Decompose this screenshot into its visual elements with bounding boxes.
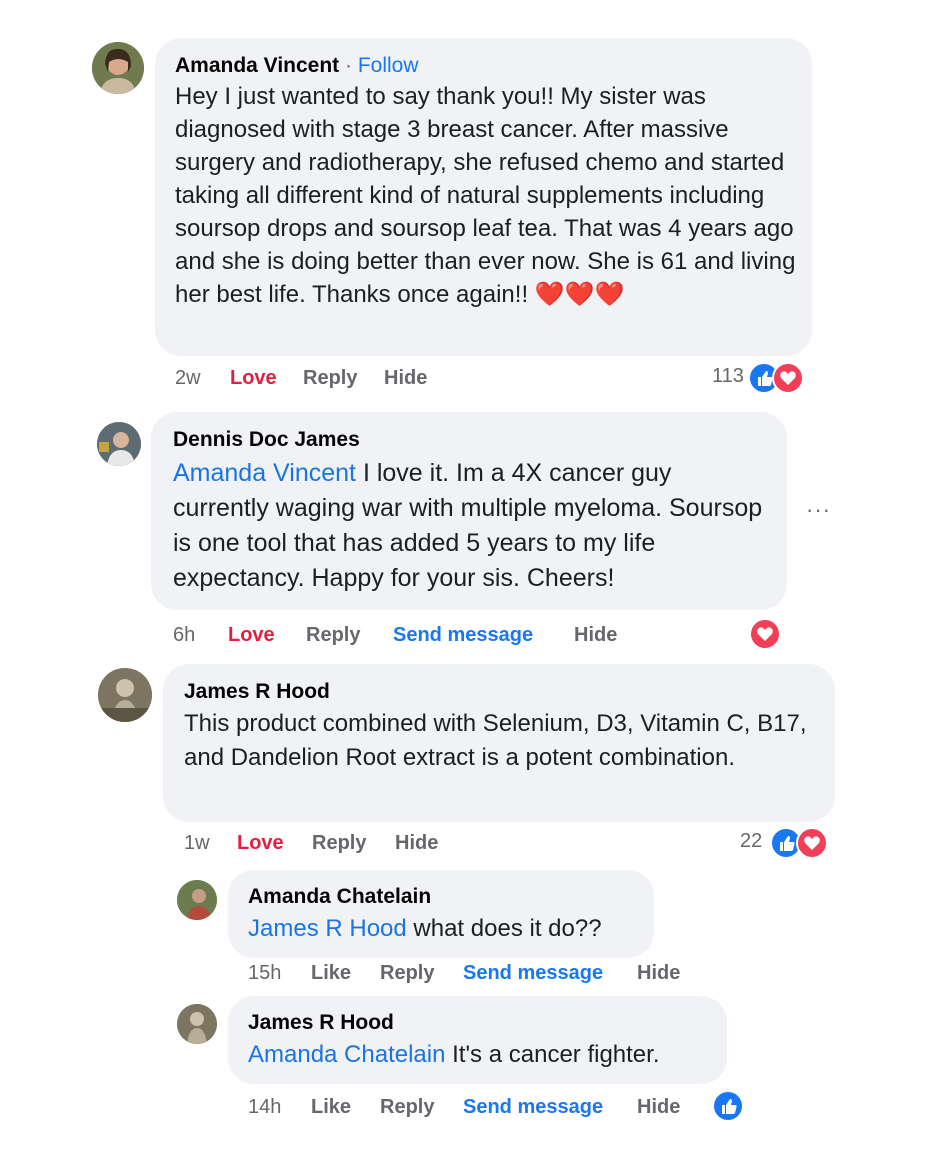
more-options-icon[interactable]: ··· (806, 497, 831, 523)
heart-emojis: ❤️❤️❤️ (534, 281, 625, 308)
avatar-photo (177, 1004, 217, 1044)
author-name[interactable]: Dennis Doc James (173, 427, 765, 453)
reply-button[interactable]: Reply (306, 624, 360, 647)
send-message-button[interactable]: Send message (463, 1096, 603, 1119)
avatar[interactable] (98, 668, 152, 722)
love-button[interactable]: Love (230, 367, 277, 390)
comment-text: Hey I just wanted to say thank you!! My … (175, 83, 796, 308)
reaction-count: 22 (740, 830, 763, 852)
comment-bubble: James R Hood This product combined with … (163, 664, 835, 822)
reply-button[interactable]: Reply (303, 367, 357, 390)
avatar[interactable] (177, 1004, 217, 1044)
reaction-summary[interactable] (712, 1090, 748, 1122)
hide-button[interactable]: Hide (395, 832, 438, 855)
like-button[interactable]: Like (311, 1096, 351, 1119)
avatar-photo (97, 422, 141, 466)
send-message-button[interactable]: Send message (393, 624, 533, 647)
reply-button[interactable]: Reply (380, 962, 434, 985)
comment-bubble: James R Hood Amanda Chatelain It's a can… (228, 996, 727, 1084)
comment-bubble: Dennis Doc James Amanda Vincent I love i… (151, 412, 787, 610)
mention-link[interactable]: James R Hood (248, 915, 407, 942)
comment-text-container: Amanda Vincent I love it. Im a 4X cancer… (173, 456, 773, 596)
comment-text: This product combined with Selenium, D3,… (184, 710, 807, 771)
reaction-count: 113 (712, 365, 744, 387)
avatar[interactable] (92, 42, 144, 94)
hide-button[interactable]: Hide (574, 624, 617, 647)
hide-button[interactable]: Hide (637, 962, 680, 985)
timestamp[interactable]: 14h (248, 1096, 281, 1119)
comment-bubble: Amanda Vincent · Follow Hey I just wante… (155, 38, 812, 356)
like-button[interactable]: Like (311, 962, 351, 985)
comment-text: It's a cancer fighter. (452, 1041, 660, 1068)
reply-button[interactable]: Reply (380, 1096, 434, 1119)
mention-link[interactable]: Amanda Vincent (173, 459, 356, 487)
comment-text-container: James R Hood what does it do?? (248, 912, 634, 945)
avatar-photo (92, 42, 144, 94)
reply-button[interactable]: Reply (312, 832, 366, 855)
avatar-photo (177, 880, 217, 920)
timestamp[interactable]: 15h (248, 962, 281, 985)
avatar[interactable] (97, 422, 141, 466)
heart-icon (749, 618, 781, 650)
timestamp[interactable]: 2w (175, 367, 201, 390)
comment-text-container: This product combined with Selenium, D3,… (184, 707, 814, 775)
reaction-summary[interactable]: 22 (740, 827, 832, 859)
timestamp[interactable]: 6h (173, 624, 195, 647)
comment-text-container: Amanda Chatelain It's a cancer fighter. (248, 1038, 707, 1071)
comment-text: what does it do?? (413, 915, 602, 942)
love-button[interactable]: Love (228, 624, 275, 647)
author-name[interactable]: James R Hood (248, 1010, 707, 1036)
avatar[interactable] (177, 880, 217, 920)
reaction-summary[interactable]: 113 (708, 362, 808, 394)
mention-link[interactable]: Amanda Chatelain (248, 1041, 445, 1068)
author-name[interactable]: Amanda Vincent (175, 54, 339, 77)
hide-button[interactable]: Hide (384, 367, 427, 390)
reaction-summary[interactable] (749, 618, 785, 650)
author-name[interactable]: Amanda Chatelain (248, 884, 634, 910)
heart-icon (772, 362, 804, 394)
timestamp[interactable]: 1w (184, 832, 210, 855)
love-button[interactable]: Love (237, 832, 284, 855)
heart-icon (796, 827, 828, 859)
comment-bubble: Amanda Chatelain James R Hood what does … (228, 870, 654, 958)
comment-text-container: Hey I just wanted to say thank you!! My … (175, 80, 797, 311)
send-message-button[interactable]: Send message (463, 962, 603, 985)
separator-dot: · (345, 54, 352, 77)
avatar-photo (98, 668, 152, 722)
follow-link[interactable]: Follow (358, 54, 419, 77)
hide-button[interactable]: Hide (637, 1096, 680, 1119)
author-name[interactable]: James R Hood (184, 679, 815, 705)
like-icon (712, 1090, 744, 1122)
